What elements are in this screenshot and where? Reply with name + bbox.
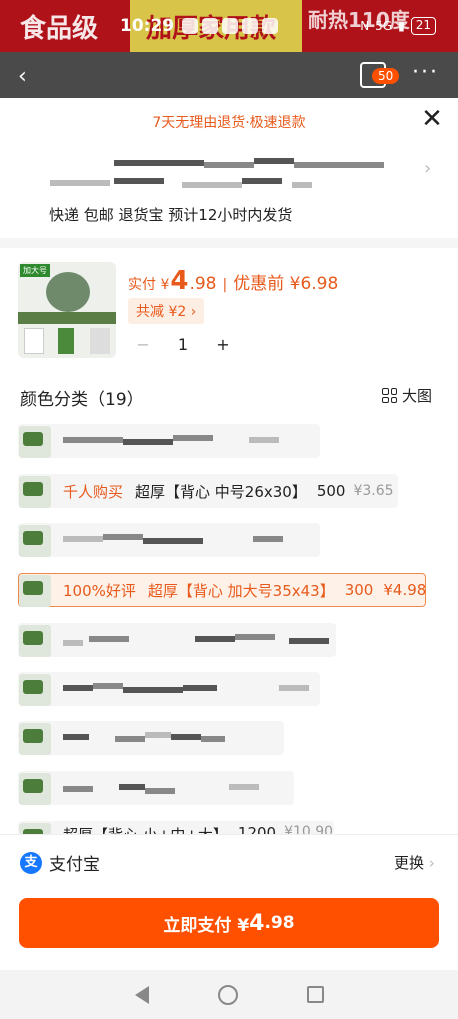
variant-option[interactable]	[18, 771, 294, 805]
quantity-value[interactable]: 1	[158, 335, 208, 354]
price-decimal: .98	[189, 274, 217, 294]
chevron-right-icon: ›	[428, 854, 435, 872]
variant-option[interactable]	[18, 424, 320, 458]
pay-button-decimal: .98	[264, 913, 295, 933]
price-integer: 4	[170, 266, 189, 296]
price-label: 实付 ¥	[128, 277, 170, 293]
change-label: 更换	[394, 854, 425, 872]
payment-method-label: 支付宝	[49, 855, 100, 875]
pay-button-label: 立即支付 ¥	[163, 915, 250, 936]
nav-back-icon[interactable]	[134, 985, 149, 1004]
variant-price: ¥3.65	[353, 483, 394, 499]
nav-home-icon[interactable]	[217, 984, 238, 1005]
variant-tag: 100%好评	[63, 581, 136, 600]
variant-title: 颜色分类（19）	[20, 390, 144, 410]
status-app-icons	[182, 18, 279, 34]
product-top-bar: ‹ 50 ···	[0, 52, 458, 98]
pay-button-integer: 4	[249, 910, 265, 936]
system-nav-bar	[0, 970, 458, 1019]
pay-now-button[interactable]: 立即支付 ¥ 4 .98	[19, 898, 439, 948]
variant-stock: 300	[344, 581, 374, 599]
status-time: 10:29	[120, 16, 175, 36]
payment-divider	[0, 834, 458, 835]
variant-option[interactable]	[18, 623, 336, 657]
variant-text: 超厚【背心 中号26x30】	[135, 482, 307, 501]
variant-thumbnail	[19, 525, 51, 557]
variant-option[interactable]	[18, 672, 320, 706]
quantity-stepper: − 1 +	[128, 330, 238, 358]
shipping-info: 快递 包邮 退货宝 预计12小时内发货	[49, 206, 293, 224]
minus-button[interactable]: −	[128, 335, 158, 354]
product-thumbnail[interactable]: 加大号	[18, 262, 116, 358]
variant-option[interactable]	[18, 721, 284, 755]
back-icon[interactable]: ‹	[18, 64, 27, 89]
variant-option-selected[interactable]: 100%好评 超厚【背心 加大号35x43】 300 ¥4.98	[18, 573, 426, 607]
big-picture-toggle[interactable]: 大图	[382, 385, 432, 406]
variant-thumbnail	[19, 625, 51, 657]
section-divider	[0, 238, 458, 248]
nfc-icon: N	[360, 19, 370, 33]
variant-option[interactable]	[18, 523, 320, 557]
big-picture-label: 大图	[402, 387, 433, 405]
close-icon[interactable]: ✕	[418, 106, 446, 134]
variant-thumbnail	[19, 476, 51, 508]
variant-thumbnail	[19, 723, 51, 755]
variant-text: 超厚【背心 加大号35x43】	[147, 581, 335, 600]
variant-option-partial[interactable]: 超厚【背心 小+中+大】 1200 ¥10.90	[18, 821, 334, 835]
network-label: 5G	[375, 19, 393, 33]
discount-badge[interactable]: 共减 ¥2 ›	[128, 298, 205, 324]
price-line: 实付 ¥ 4 .98 | 优惠前 ¥6.98	[128, 266, 338, 296]
plus-button[interactable]: +	[208, 335, 238, 354]
variant-thumbnail	[19, 674, 51, 706]
variant-thumbnail	[19, 773, 51, 805]
variant-stock: 500	[316, 482, 346, 500]
variant-thumbnail	[19, 426, 51, 458]
payment-method[interactable]: 支 支付宝	[20, 850, 100, 875]
status-bar: 10:29 N 5G ▮ 21	[0, 0, 458, 52]
thumb-tag: 加大号	[20, 264, 50, 277]
alipay-icon: 支	[20, 851, 42, 874]
promo-banner: 7天无理由退货·极速退款	[152, 115, 306, 131]
grid-icon	[382, 388, 397, 403]
chevron-right-icon[interactable]: ›	[424, 158, 431, 179]
signal-icon: ▮	[398, 19, 405, 33]
checkout-sheet: 7天无理由退货·极速退款 ✕ › 快递 包邮 退货宝 预计12小时内发货 加大号…	[0, 98, 458, 1019]
battery-icon: 21	[410, 17, 436, 35]
address-redacted[interactable]	[22, 156, 422, 201]
price-before: 优惠前 ¥6.98	[233, 274, 339, 294]
nav-recents-icon[interactable]	[306, 986, 324, 1003]
variant-thumbnail	[19, 575, 51, 607]
more-icon[interactable]: ···	[412, 60, 439, 85]
variant-tag: 千人购买	[63, 482, 124, 501]
price-separator: |	[222, 277, 228, 293]
variant-price: ¥4.98	[383, 581, 427, 599]
change-payment-button[interactable]: 更换 ›	[394, 852, 435, 873]
cart-count-badge: 50	[372, 68, 400, 84]
variant-option[interactable]: 千人购买 超厚【背心 中号26x30】 500 ¥3.65	[18, 474, 398, 508]
